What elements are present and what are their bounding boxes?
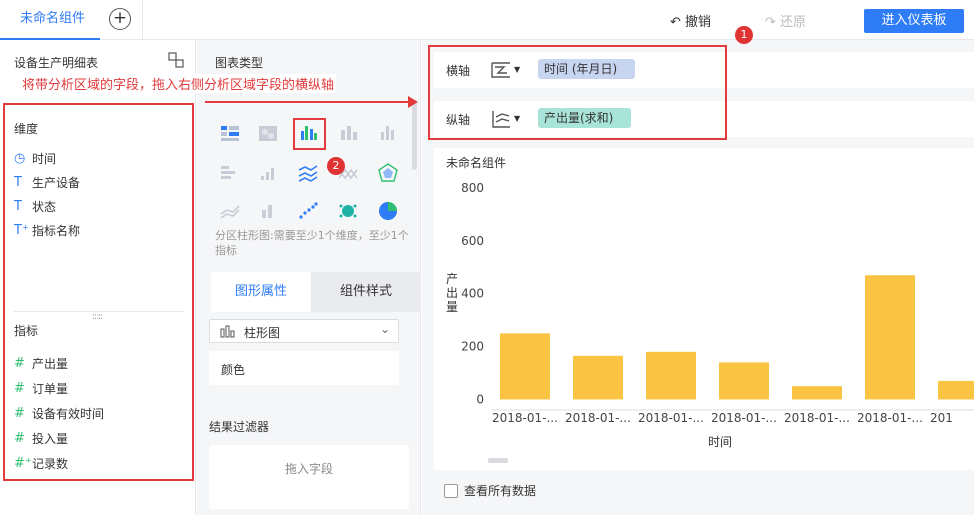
y-tick-label: 0 bbox=[476, 392, 484, 406]
bar bbox=[865, 275, 915, 400]
x-tick-label: 2018-01-... bbox=[784, 411, 850, 425]
dataset-title: 设备生产明细表 bbox=[14, 56, 99, 70]
checkbox[interactable] bbox=[444, 483, 458, 498]
x-tick-label: 2018-01-... bbox=[565, 411, 631, 425]
tab-graph-properties[interactable]: 图形属性 bbox=[211, 272, 311, 312]
annotation-arrow-head bbox=[408, 96, 418, 108]
chart-type-heat-icon[interactable] bbox=[257, 122, 279, 144]
bar bbox=[573, 355, 623, 400]
bar-chart-icon bbox=[220, 325, 235, 338]
bar bbox=[646, 351, 696, 400]
annotation-instruction: 将带分析区域的字段，拖入右侧分析区域字段的横纵轴 bbox=[20, 74, 337, 93]
y-tick-label: 600 bbox=[461, 234, 484, 248]
redo-button[interactable]: ↷ 还原 bbox=[765, 11, 806, 30]
chart-type-pie-icon[interactable] bbox=[377, 200, 399, 222]
annotation-box-fields bbox=[3, 103, 194, 481]
chart-type-title: 图表类型 bbox=[215, 56, 264, 70]
x-tick-label: 2018-01-... bbox=[857, 411, 923, 425]
annotation-badge-2: 2 bbox=[327, 157, 345, 175]
filter-drop-zone[interactable]: 拖入字段 bbox=[209, 445, 409, 509]
result-filter-title: 结果过滤器 bbox=[209, 420, 270, 434]
chart-type-line-icon[interactable] bbox=[297, 162, 319, 184]
redo-icon: ↷ bbox=[765, 15, 781, 30]
enter-dashboard-button[interactable]: 进入仪表板 bbox=[864, 9, 964, 33]
chart-type-stacked-bar-icon[interactable] bbox=[337, 122, 359, 144]
tab-unnamed-component[interactable]: 未命名组件 bbox=[0, 0, 100, 40]
config-tabbar: 图形属性 组件样式 bbox=[197, 272, 421, 312]
tab-divider bbox=[142, 0, 143, 40]
switch-dataset-icon[interactable] bbox=[168, 52, 184, 68]
show-all-label: 查看所有数据 bbox=[464, 484, 537, 498]
x-axis-title: 时间 bbox=[708, 435, 732, 449]
chart-type-radar-icon[interactable] bbox=[377, 162, 399, 184]
bar bbox=[792, 386, 842, 400]
color-property-label: 颜色 bbox=[221, 363, 246, 377]
y-tick-label: 200 bbox=[461, 340, 484, 354]
y-tick-label: 400 bbox=[461, 287, 484, 301]
bar bbox=[938, 380, 974, 400]
chart-type-column-icon[interactable] bbox=[257, 200, 279, 222]
chart-card: 未命名组件 0 200 400 600 800 2018-01-... 2018-01-..… bbox=[434, 148, 974, 470]
x-tick-label: 2018-01-... bbox=[492, 411, 558, 425]
chart-type-note: 分区柱形图:需要至少1个维度，至少1个指标 bbox=[215, 229, 409, 257]
undo-icon: ↶ bbox=[670, 15, 686, 30]
undo-label: 撤销 bbox=[685, 15, 712, 30]
chart-type-scrollbar[interactable] bbox=[412, 100, 417, 170]
tab-component-style[interactable]: 组件样式 bbox=[311, 272, 421, 312]
x-tick-label: 201 bbox=[930, 411, 953, 425]
top-bar: 未命名组件 + ↶ 撤销 ↷ 还原 进入仪表板 bbox=[0, 0, 974, 40]
chart-type-bar-icon[interactable] bbox=[377, 122, 399, 144]
x-tick-label: 2018-01-... bbox=[638, 411, 704, 425]
y-axis-title-char: 出 bbox=[446, 286, 458, 300]
chart-type-select[interactable]: 柱形图 ⌄ bbox=[209, 319, 399, 343]
undo-button[interactable]: ↶ 撤销 bbox=[670, 11, 711, 30]
annotation-arrow bbox=[205, 101, 410, 103]
x-tick-label: 2018-01-... bbox=[711, 411, 777, 425]
chart-type-dot-bar-icon[interactable] bbox=[257, 162, 279, 184]
chart-scrollbar bbox=[488, 458, 508, 463]
annotation-badge-1: 1 bbox=[735, 26, 753, 44]
chart-type-table-icon[interactable] bbox=[219, 122, 241, 144]
show-all-data-toggle[interactable]: 查看所有数据 bbox=[444, 482, 536, 499]
chart-type-select-label: 柱形图 bbox=[244, 326, 281, 340]
chart-type-bar-horizontal-icon[interactable] bbox=[219, 162, 241, 184]
y-tick-label: 800 bbox=[461, 181, 484, 195]
color-property-row[interactable]: 颜色 bbox=[209, 351, 399, 385]
bar bbox=[719, 362, 769, 400]
redo-label: 还原 bbox=[780, 15, 807, 30]
bar bbox=[500, 333, 550, 400]
chart-type-curve-icon[interactable] bbox=[219, 200, 241, 222]
add-tab-button[interactable]: + bbox=[109, 8, 131, 30]
bar-chart: 0 200 400 600 800 2018-01-... 2018-01-... 2018-… bbox=[446, 181, 974, 463]
chart-type-scatter-icon[interactable] bbox=[297, 200, 319, 222]
chart-type-bubble-icon[interactable] bbox=[337, 200, 359, 222]
annotation-box-chart-type bbox=[293, 118, 326, 150]
chart-config-panel: 图表类型 分区柱形图:需要至少1个维度，至少1个指标 图形属性 组件样式 柱形图… bbox=[197, 40, 421, 515]
drop-placeholder: 拖入字段 bbox=[284, 462, 333, 476]
y-axis-title-char: 量 bbox=[446, 300, 458, 314]
chevron-down-icon: ⌄ bbox=[380, 322, 391, 336]
y-axis-title-char: 产 bbox=[446, 272, 458, 286]
annotation-box-axes bbox=[428, 45, 727, 140]
